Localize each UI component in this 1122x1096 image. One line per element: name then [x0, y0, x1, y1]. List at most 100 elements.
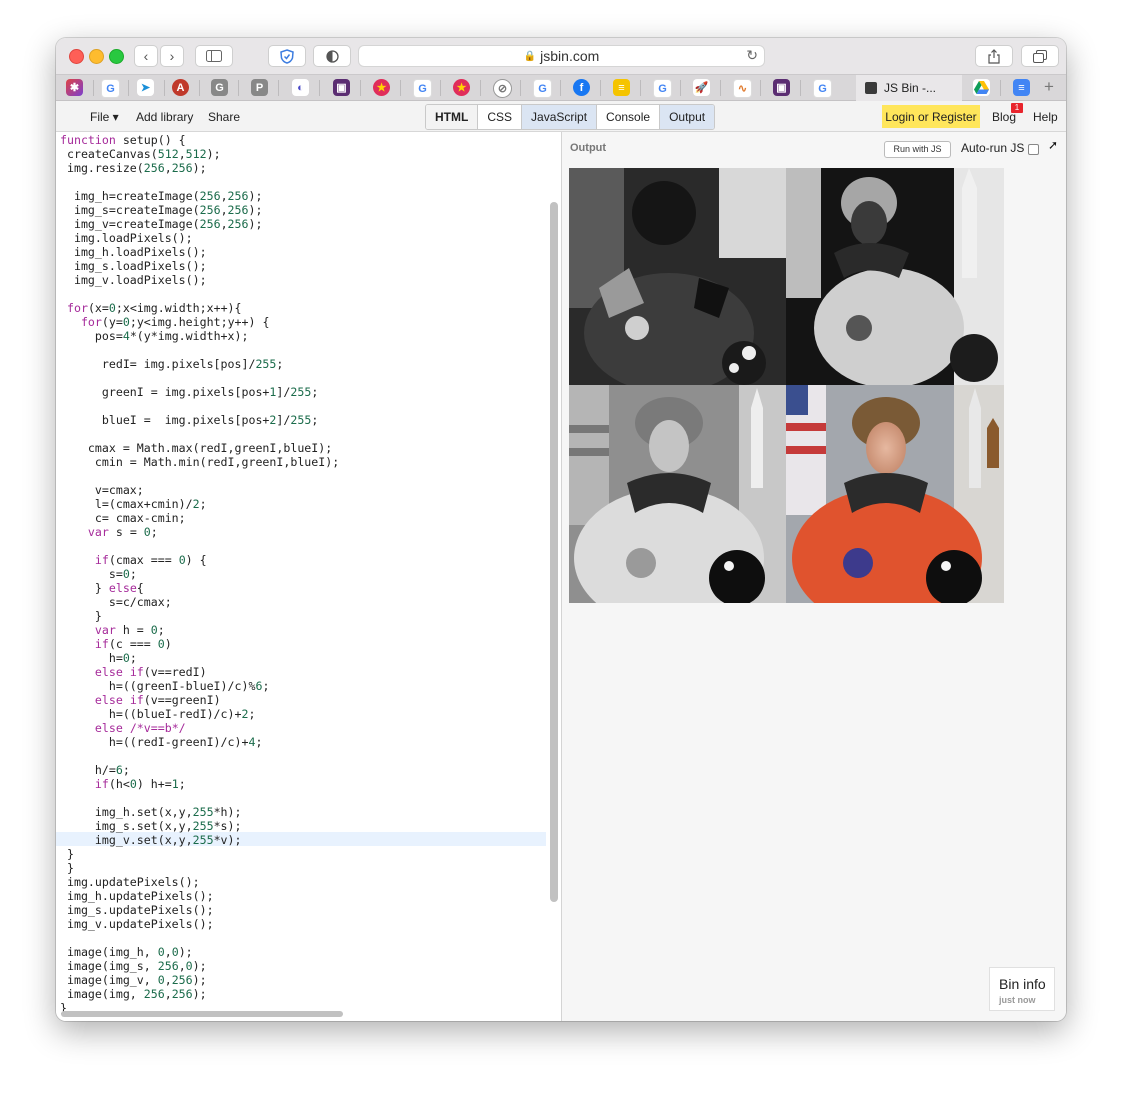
code-line: } — [60, 847, 74, 861]
pinned-tab-facebook-icon[interactable]: f — [573, 79, 590, 96]
code-line: var s = 0; — [87, 525, 158, 539]
code-text[interactable]: function setup() { createCanvas(512,512)… — [60, 133, 339, 1015]
code-line: img_s.loadPixels(); — [60, 259, 207, 273]
chevron-right-icon: › — [169, 48, 175, 64]
reload-icon[interactable]: ↻ — [746, 47, 758, 64]
tab-html[interactable]: HTML — [426, 105, 479, 129]
pinned-tab-pinwheel-icon[interactable]: ✱ — [66, 79, 83, 96]
pinned-tab-drive-icon[interactable] — [973, 79, 990, 96]
shield-icon — [280, 48, 294, 64]
tab-console[interactable]: Console — [597, 105, 661, 129]
saturation-channel-image — [786, 168, 1004, 388]
pinned-tab-circle-logo-icon[interactable]: ◐ — [292, 79, 309, 96]
address-bar[interactable]: 🔒 jsbin.com ↻ — [358, 45, 765, 67]
pinned-tab-docs-icon[interactable]: ≡ — [1013, 79, 1030, 96]
code-line: greenI = img.pixels[pos+1]/255; — [60, 385, 319, 399]
pinned-tab-stripes-icon[interactable]: ≡ — [613, 79, 630, 96]
login-register-button[interactable]: Login or Register — [882, 105, 980, 128]
tab-javascript[interactable]: JavaScript — [522, 105, 598, 129]
javascript-editor[interactable]: function setup() { createCanvas(512,512)… — [56, 132, 561, 1021]
original-color-image — [786, 385, 1004, 603]
editor-vertical-scrollbar[interactable] — [550, 202, 558, 902]
code-line: c= cmax-cmin; — [60, 511, 186, 525]
code-line: image(img_v, 0,256); — [60, 973, 207, 987]
code-line: image(img_h, 0,0); — [60, 945, 193, 959]
reader-button[interactable] — [313, 45, 351, 67]
share-page-button[interactable] — [975, 45, 1013, 67]
code-line: img_h=createImage(256,256); — [60, 189, 263, 203]
tab-css[interactable]: CSS — [478, 105, 523, 129]
code-line: h=((redI-greenI)/c)+4; — [60, 735, 263, 749]
pinned-tab-google-icon[interactable]: G — [533, 79, 552, 98]
new-tab-icon[interactable]: + — [1044, 77, 1054, 97]
jsbin-toolbar: File ▾ Add library Share HTML CSS JavaSc… — [56, 101, 1066, 132]
maximize-window-button[interactable] — [109, 49, 124, 64]
pinned-tab-film-icon[interactable]: ▣ — [773, 79, 790, 96]
bin-info-time: just now — [999, 995, 1036, 1005]
tab-jsbin[interactable]: JS Bin -... — [856, 75, 962, 101]
autorun-toggle[interactable]: Auto-run JS — [961, 141, 1040, 155]
code-line: image(img_s, 256,0); — [60, 959, 207, 973]
code-line: img_s.set(x,y,255*s); — [60, 819, 242, 833]
sidebar-button[interactable] — [195, 45, 233, 67]
pinned-tab-graph-icon[interactable]: ∿ — [733, 79, 752, 98]
code-line: h=0; — [60, 651, 137, 665]
code-line: img_v=createImage(256,256); — [60, 217, 263, 231]
code-line: if(cmax === 0) { — [94, 553, 207, 567]
code-line: else /*v==b*/ — [94, 721, 186, 735]
title-bar: ‹ › 🔒 jsbin.com ↻ — [56, 38, 1066, 74]
share-menu[interactable]: Share — [208, 110, 240, 124]
autorun-checkbox[interactable] — [1028, 143, 1040, 155]
code-line: s=0; — [60, 567, 137, 581]
pinned-tab-google-icon[interactable]: G — [101, 79, 120, 98]
add-library-menu[interactable]: Add library — [136, 110, 193, 124]
code-line: else if(v==greenI) — [94, 693, 221, 707]
code-line: } else{ — [60, 581, 144, 595]
back-button[interactable]: ‹ — [134, 45, 158, 67]
pinned-tab-film-icon[interactable]: ▣ — [333, 79, 350, 96]
code-line: s=c/cmax; — [60, 595, 172, 609]
file-menu[interactable]: File ▾ — [90, 110, 119, 124]
code-line: if(c === 0) — [94, 637, 172, 651]
privacy-shield-button[interactable] — [268, 45, 306, 67]
pinned-tab-google-icon[interactable]: G — [813, 79, 832, 98]
chevron-left-icon: ‹ — [143, 48, 149, 64]
pinned-tab-google-icon[interactable]: G — [653, 79, 672, 98]
code-line: for(x=0;x<img.width;x++){ — [66, 301, 242, 315]
sidebar-icon — [206, 50, 222, 62]
help-link[interactable]: Help — [1033, 110, 1058, 124]
code-line: h=((greenI-blueI)/c)%6; — [60, 679, 270, 693]
pinned-tab-notification-icon[interactable]: A — [172, 79, 189, 96]
pinned-tab-p-icon[interactable]: P — [251, 79, 268, 96]
editor-horizontal-scrollbar[interactable] — [61, 1011, 343, 1017]
code-line: cmax = Math.max(redI,greenI,blueI); — [60, 441, 333, 455]
forward-button[interactable]: › — [160, 45, 184, 67]
pinned-tab-compass-icon[interactable]: ⊘ — [493, 79, 512, 98]
pinned-tab-star-icon[interactable]: ★ — [373, 79, 390, 96]
code-line: cmin = Math.min(redI,greenI,blueI); — [60, 455, 340, 469]
close-window-button[interactable] — [69, 49, 84, 64]
pinned-tab-star-icon[interactable]: ★ — [453, 79, 470, 96]
tab-output[interactable]: Output — [660, 105, 715, 129]
code-line: v=cmax; — [60, 483, 144, 497]
code-line: h=((blueI-redI)/c)+2; — [60, 707, 256, 721]
lock-icon: 🔒 — [523, 50, 537, 62]
url-text: jsbin.com — [540, 48, 600, 64]
output-label: Output — [570, 142, 607, 154]
code-line: img_s=createImage(256,256); — [60, 203, 263, 217]
popout-arrow-icon[interactable]: ➚ — [1048, 138, 1058, 152]
tab-overview-button[interactable] — [1021, 45, 1059, 67]
run-with-js-button[interactable]: Run with JS — [884, 141, 951, 158]
code-line: function setup() { — [60, 133, 186, 147]
code-line: if(h<0) h+=1; — [94, 777, 186, 791]
code-line: img.resize(256,256); — [60, 161, 207, 175]
pinned-tab-google-icon[interactable]: G — [413, 79, 432, 98]
minimize-window-button[interactable] — [89, 49, 104, 64]
bin-info-panel[interactable]: Bin info just now — [989, 967, 1055, 1011]
code-line: img_h.loadPixels(); — [60, 245, 207, 259]
tab-title: JS Bin -... — [884, 81, 937, 95]
pinned-tab-g-icon[interactable]: G — [211, 79, 228, 96]
pinned-tab-rocket-icon[interactable]: 🚀 — [693, 79, 710, 96]
panel-toggle-group: HTML CSS JavaScript Console Output — [425, 104, 716, 130]
pinned-tab-paper-plane-icon[interactable]: ➤ — [137, 79, 154, 96]
